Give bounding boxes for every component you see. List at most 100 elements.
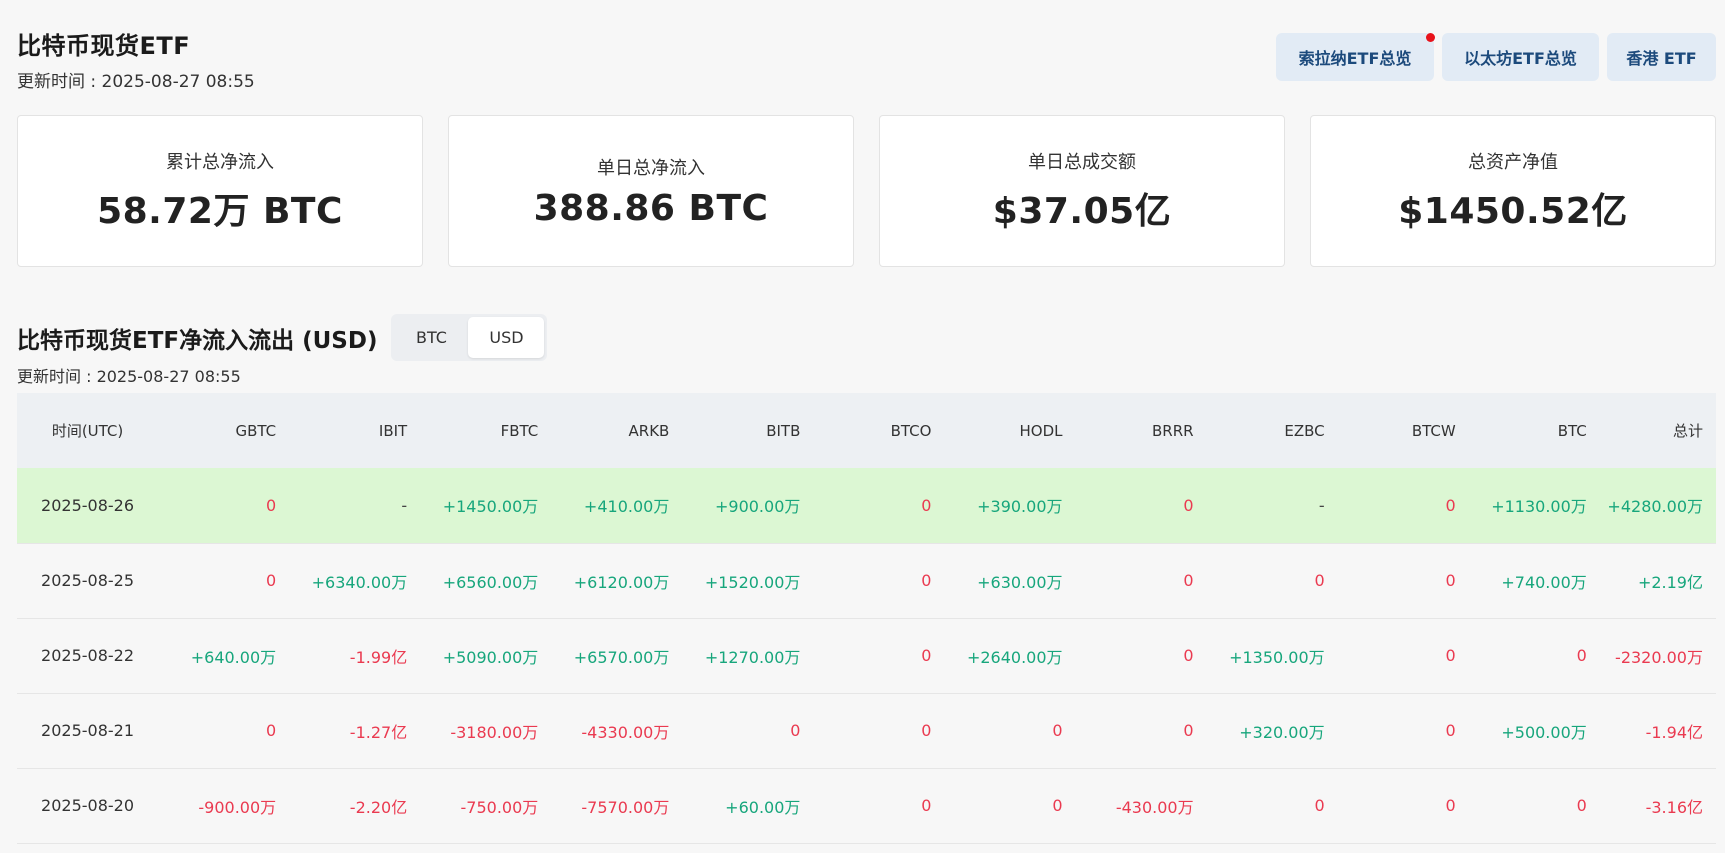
flow-cell: -750.00万 xyxy=(420,768,552,844)
flow-cell: -1.27亿 xyxy=(289,693,421,769)
flow-cell: 0 xyxy=(1206,768,1338,844)
table-row: 2025-08-22 +640.00万 -1.99亿 +5090.00万 +6570.0… xyxy=(17,618,1716,694)
unit-toggle: BTC USD xyxy=(391,314,548,361)
column-header: BTCW xyxy=(1337,393,1469,468)
flow-cell: +6560.00万 xyxy=(420,543,552,619)
flow-cell: 0 xyxy=(1337,768,1469,844)
table-row: 2025-08-21 0 -1.27亿 -3180.00万 -4330.00万 0 0 0 0 +… xyxy=(17,693,1716,769)
flow-cell: +6340.00万 xyxy=(289,543,421,619)
flow-cell: 0 xyxy=(1206,543,1338,619)
date-cell: 2025-08-26 xyxy=(17,468,159,544)
solana-etf-overview-button[interactable]: 索拉纳ETF总览 xyxy=(1276,33,1435,81)
table-row: 2025-08-25 0 +6340.00万 +6560.00万 +6120.00万 +1… xyxy=(17,543,1716,619)
section-update-time: 更新时间 : 2025-08-27 08:55 xyxy=(17,367,241,386)
flow-cell: 0 xyxy=(813,768,945,844)
section-header: 比特币现货ETF净流入流出 (USD) BTC USD xyxy=(17,314,548,361)
flow-cell: 0 xyxy=(1075,543,1207,619)
flow-cell: 0 xyxy=(813,543,945,619)
card-label: 总资产净值 xyxy=(1468,152,1558,173)
column-header: BRRR xyxy=(1075,393,1207,468)
card-value: $37.05亿 xyxy=(992,191,1172,232)
card-label: 单日总成交额 xyxy=(1028,152,1136,173)
flow-cell: 0 xyxy=(1075,693,1207,769)
daily-volume-card: 单日总成交额 $37.05亿 xyxy=(879,115,1285,267)
solana-etf-overview-label: 索拉纳ETF总览 xyxy=(1298,49,1412,68)
flow-cell: +390.00万 xyxy=(944,468,1076,544)
flow-cell: 0 xyxy=(944,693,1076,769)
flow-cell: +640.00万 xyxy=(158,618,290,694)
flow-cell: -430.00万 xyxy=(1075,768,1207,844)
summary-cards: 累计总净流入 58.72万 BTC 单日总净流入 388.86 BTC 单日总成… xyxy=(17,115,1716,267)
column-header: 总计 xyxy=(1599,393,1716,468)
flow-cell: 0 xyxy=(682,693,814,769)
section-title: 比特币现货ETF净流入流出 (USD) xyxy=(17,327,378,354)
column-header: EZBC xyxy=(1206,393,1338,468)
table-row: 2025-08-20 -900.00万 -2.20亿 -750.00万 -7570.00… xyxy=(17,768,1716,844)
flow-cell: +900.00万 xyxy=(682,468,814,544)
flow-cell: +1450.00万 xyxy=(420,468,552,544)
flow-cell: -2.20亿 xyxy=(289,768,421,844)
flow-cell: - xyxy=(1206,468,1338,544)
hong-kong-etf-label: 香港 ETF xyxy=(1626,49,1697,68)
card-label: 累计总净流入 xyxy=(166,152,274,173)
column-header: IBIT xyxy=(289,393,421,468)
flow-cell: 0 xyxy=(813,468,945,544)
column-header: ARKB xyxy=(551,393,683,468)
flow-cell: 0 xyxy=(158,543,290,619)
table-row: 2025-08-26 0- +1450.00万 +410.00万 +900.00万 0 +3… xyxy=(17,468,1716,544)
flow-cell: 0 xyxy=(158,468,290,544)
ethereum-etf-overview-label: 以太坊ETF总览 xyxy=(1464,49,1577,68)
column-header: HODL xyxy=(944,393,1076,468)
ethereum-etf-overview-button[interactable]: 以太坊ETF总览 xyxy=(1442,33,1599,81)
notification-dot-icon xyxy=(1426,33,1435,42)
flow-cell: 0 xyxy=(1337,543,1469,619)
table-header-row: 时间(UTC) GBTC IBIT FBTC ARKB BITB BTCO HODL BRRR E… xyxy=(17,393,1716,468)
flow-cell: 0 xyxy=(1337,618,1469,694)
flow-cell: +2640.00万 xyxy=(944,618,1076,694)
card-value: $1450.52亿 xyxy=(1398,191,1628,232)
toggle-btc[interactable]: BTC xyxy=(394,317,468,358)
cumulative-net-inflow-card: 累计总净流入 58.72万 BTC xyxy=(17,115,423,267)
flow-cell: -3180.00万 xyxy=(420,693,552,769)
column-header: FBTC xyxy=(420,393,552,468)
column-header: BTC xyxy=(1468,393,1600,468)
flow-cell: 0 xyxy=(1337,693,1469,769)
date-cell: 2025-08-25 xyxy=(17,543,159,619)
flow-cell: +630.00万 xyxy=(944,543,1076,619)
update-time: 更新时间 : 2025-08-27 08:55 xyxy=(17,72,255,92)
flow-cell: -3.16亿 xyxy=(1599,768,1716,844)
etf-flows-table: 时间(UTC) GBTC IBIT FBTC ARKB BITB BTCO HODL BRRR E… xyxy=(17,393,1716,844)
flow-cell: 0 xyxy=(944,768,1076,844)
hong-kong-etf-button[interactable]: 香港 ETF xyxy=(1607,33,1716,81)
table-body: 2025-08-26 0- +1450.00万 +410.00万 +900.00万 0 +3… xyxy=(17,468,1716,844)
column-header: BTCO xyxy=(813,393,945,468)
flow-cell: 0 xyxy=(1075,618,1207,694)
column-header: BITB xyxy=(682,393,814,468)
flow-cell: +1520.00万 xyxy=(682,543,814,619)
top-nav-buttons: 索拉纳ETF总览 以太坊ETF总览 香港 ETF xyxy=(1276,33,1716,81)
toggle-usd[interactable]: USD xyxy=(468,317,545,358)
date-cell: 2025-08-21 xyxy=(17,693,159,769)
flow-cell: +410.00万 xyxy=(551,468,683,544)
flow-cell: 0 xyxy=(813,693,945,769)
flow-cell: 0 xyxy=(813,618,945,694)
daily-net-inflow-card: 单日总净流入 388.86 BTC xyxy=(448,115,854,267)
flow-cell: +4280.00万 xyxy=(1599,468,1716,544)
flow-cell: 0 xyxy=(1468,768,1600,844)
flow-cell: +500.00万 xyxy=(1468,693,1600,769)
flow-cell: -2320.00万 xyxy=(1599,618,1716,694)
page-title: 比特币现货ETF xyxy=(17,32,191,60)
flow-cell: -7570.00万 xyxy=(551,768,683,844)
flow-cell: -1.99亿 xyxy=(289,618,421,694)
flow-cell: +1270.00万 xyxy=(682,618,814,694)
card-value: 388.86 BTC xyxy=(533,187,769,229)
flow-cell: +1350.00万 xyxy=(1206,618,1338,694)
page-header: 比特币现货ETF 更新时间 : 2025-08-27 08:55 xyxy=(17,26,255,92)
flow-cell: -1.94亿 xyxy=(1599,693,1716,769)
flow-cell: -4330.00万 xyxy=(551,693,683,769)
card-label: 单日总净流入 xyxy=(597,157,705,179)
flow-cell: - xyxy=(289,468,421,544)
flow-cell: 0 xyxy=(1468,618,1600,694)
flow-cell: 0 xyxy=(158,693,290,769)
flow-cell: 0 xyxy=(1337,468,1469,544)
